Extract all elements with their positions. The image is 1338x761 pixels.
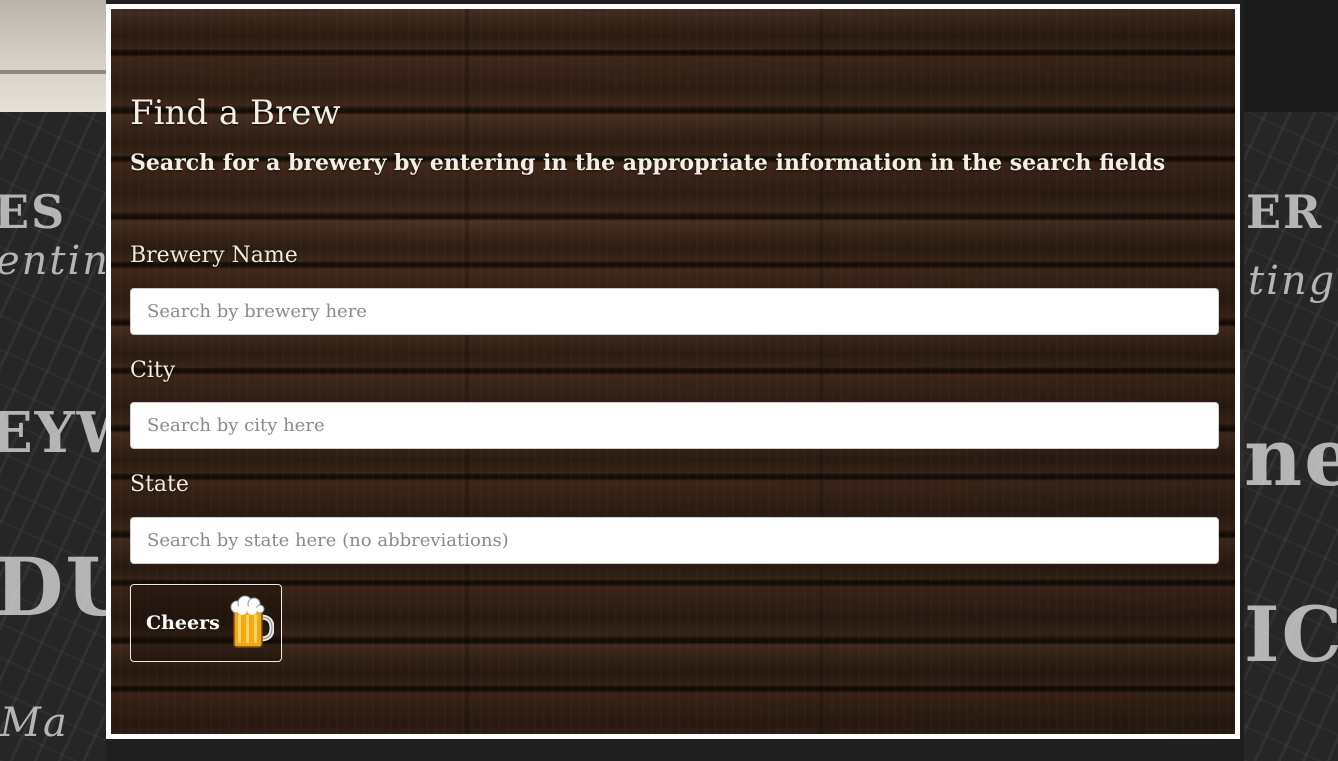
city-input[interactable] [130, 402, 1219, 449]
city-label: City [130, 358, 176, 383]
background-dark-corner [1244, 0, 1338, 112]
state-input[interactable] [130, 517, 1219, 564]
beer-mug-icon [228, 595, 275, 651]
page-title: Find a Brew [130, 93, 341, 133]
background-chalkboard-left: ES entin EYW DU Ma [0, 0, 140, 761]
brewery-name-label: Brewery Name [130, 243, 298, 268]
brewery-name-input[interactable] [130, 288, 1219, 335]
cheers-button-label: Cheers [146, 612, 220, 634]
search-panel: Find a Brew Search for a brewery by ente… [106, 4, 1240, 739]
state-label: State [130, 472, 189, 497]
cheers-button[interactable]: Cheers [130, 584, 282, 662]
background-counter [0, 0, 106, 112]
page-subtitle: Search for a brewery by entering in the … [130, 150, 1166, 176]
background-chalkboard-right: ER ting ne ICI [1244, 0, 1338, 761]
